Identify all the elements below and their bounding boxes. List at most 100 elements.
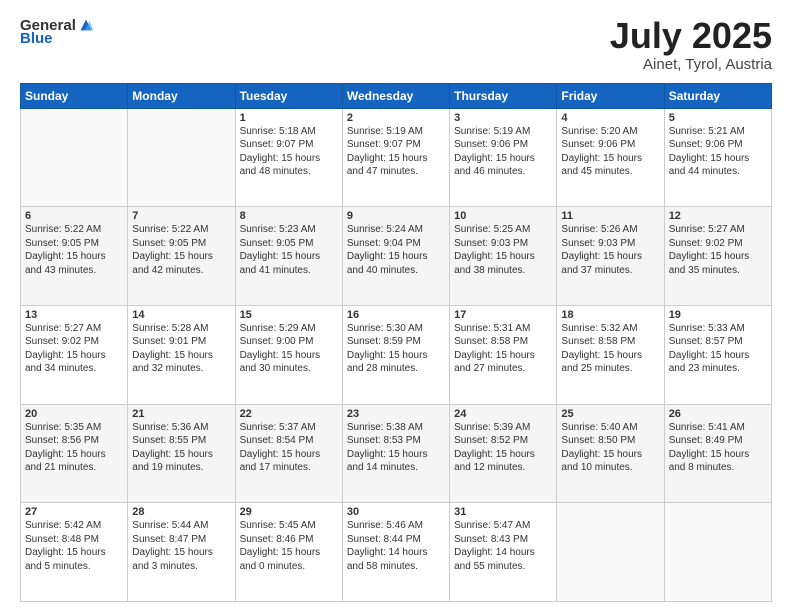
calendar-week-row: 27Sunrise: 5:42 AM Sunset: 8:48 PM Dayli… xyxy=(21,503,772,602)
table-row: 4Sunrise: 5:20 AM Sunset: 9:06 PM Daylig… xyxy=(557,108,664,207)
day-number: 21 xyxy=(132,408,230,420)
day-info: Sunrise: 5:45 AM Sunset: 8:46 PM Dayligh… xyxy=(240,519,338,573)
table-row xyxy=(664,503,771,602)
logo: General Blue xyxy=(20,16,95,47)
day-number: 23 xyxy=(347,408,445,420)
day-info: Sunrise: 5:24 AM Sunset: 9:04 PM Dayligh… xyxy=(347,223,445,277)
table-row: 14Sunrise: 5:28 AM Sunset: 9:01 PM Dayli… xyxy=(128,305,235,404)
day-info: Sunrise: 5:22 AM Sunset: 9:05 PM Dayligh… xyxy=(132,223,230,277)
day-info: Sunrise: 5:35 AM Sunset: 8:56 PM Dayligh… xyxy=(25,421,123,475)
table-row: 30Sunrise: 5:46 AM Sunset: 8:44 PM Dayli… xyxy=(342,503,449,602)
table-row: 25Sunrise: 5:40 AM Sunset: 8:50 PM Dayli… xyxy=(557,404,664,503)
table-row: 18Sunrise: 5:32 AM Sunset: 8:58 PM Dayli… xyxy=(557,305,664,404)
table-row: 24Sunrise: 5:39 AM Sunset: 8:52 PM Dayli… xyxy=(450,404,557,503)
calendar-table: Sunday Monday Tuesday Wednesday Thursday… xyxy=(20,83,772,602)
day-number: 18 xyxy=(561,309,659,321)
day-info: Sunrise: 5:32 AM Sunset: 8:58 PM Dayligh… xyxy=(561,322,659,376)
col-wednesday: Wednesday xyxy=(342,83,449,108)
day-info: Sunrise: 5:18 AM Sunset: 9:07 PM Dayligh… xyxy=(240,125,338,179)
day-number: 13 xyxy=(25,309,123,321)
day-info: Sunrise: 5:21 AM Sunset: 9:06 PM Dayligh… xyxy=(669,125,767,179)
table-row: 12Sunrise: 5:27 AM Sunset: 9:02 PM Dayli… xyxy=(664,207,771,306)
table-row: 2Sunrise: 5:19 AM Sunset: 9:07 PM Daylig… xyxy=(342,108,449,207)
table-row xyxy=(557,503,664,602)
day-number: 10 xyxy=(454,210,552,222)
day-info: Sunrise: 5:20 AM Sunset: 9:06 PM Dayligh… xyxy=(561,125,659,179)
day-number: 29 xyxy=(240,506,338,518)
table-row: 19Sunrise: 5:33 AM Sunset: 8:57 PM Dayli… xyxy=(664,305,771,404)
day-number: 31 xyxy=(454,506,552,518)
table-row: 1Sunrise: 5:18 AM Sunset: 9:07 PM Daylig… xyxy=(235,108,342,207)
col-saturday: Saturday xyxy=(664,83,771,108)
day-info: Sunrise: 5:25 AM Sunset: 9:03 PM Dayligh… xyxy=(454,223,552,277)
table-row: 28Sunrise: 5:44 AM Sunset: 8:47 PM Dayli… xyxy=(128,503,235,602)
table-row: 10Sunrise: 5:25 AM Sunset: 9:03 PM Dayli… xyxy=(450,207,557,306)
table-row xyxy=(128,108,235,207)
day-number: 11 xyxy=(561,210,659,222)
day-info: Sunrise: 5:33 AM Sunset: 8:57 PM Dayligh… xyxy=(669,322,767,376)
table-row: 29Sunrise: 5:45 AM Sunset: 8:46 PM Dayli… xyxy=(235,503,342,602)
title-block: July 2025 Ainet, Tyrol, Austria xyxy=(610,16,772,73)
table-row: 22Sunrise: 5:37 AM Sunset: 8:54 PM Dayli… xyxy=(235,404,342,503)
calendar-week-row: 20Sunrise: 5:35 AM Sunset: 8:56 PM Dayli… xyxy=(21,404,772,503)
col-sunday: Sunday xyxy=(21,83,128,108)
day-number: 19 xyxy=(669,309,767,321)
day-info: Sunrise: 5:27 AM Sunset: 9:02 PM Dayligh… xyxy=(669,223,767,277)
table-row: 11Sunrise: 5:26 AM Sunset: 9:03 PM Dayli… xyxy=(557,207,664,306)
table-row: 21Sunrise: 5:36 AM Sunset: 8:55 PM Dayli… xyxy=(128,404,235,503)
day-info: Sunrise: 5:39 AM Sunset: 8:52 PM Dayligh… xyxy=(454,421,552,475)
calendar-week-row: 6Sunrise: 5:22 AM Sunset: 9:05 PM Daylig… xyxy=(21,207,772,306)
logo-icon xyxy=(77,16,95,34)
day-number: 24 xyxy=(454,408,552,420)
title-location: Ainet, Tyrol, Austria xyxy=(610,56,772,73)
day-info: Sunrise: 5:40 AM Sunset: 8:50 PM Dayligh… xyxy=(561,421,659,475)
table-row xyxy=(21,108,128,207)
day-number: 26 xyxy=(669,408,767,420)
day-number: 8 xyxy=(240,210,338,222)
day-info: Sunrise: 5:41 AM Sunset: 8:49 PM Dayligh… xyxy=(669,421,767,475)
day-info: Sunrise: 5:22 AM Sunset: 9:05 PM Dayligh… xyxy=(25,223,123,277)
table-row: 23Sunrise: 5:38 AM Sunset: 8:53 PM Dayli… xyxy=(342,404,449,503)
col-thursday: Thursday xyxy=(450,83,557,108)
day-number: 3 xyxy=(454,112,552,124)
day-info: Sunrise: 5:19 AM Sunset: 9:07 PM Dayligh… xyxy=(347,125,445,179)
day-number: 1 xyxy=(240,112,338,124)
day-number: 25 xyxy=(561,408,659,420)
day-number: 4 xyxy=(561,112,659,124)
day-number: 17 xyxy=(454,309,552,321)
calendar-week-row: 1Sunrise: 5:18 AM Sunset: 9:07 PM Daylig… xyxy=(21,108,772,207)
day-info: Sunrise: 5:23 AM Sunset: 9:05 PM Dayligh… xyxy=(240,223,338,277)
table-row: 17Sunrise: 5:31 AM Sunset: 8:58 PM Dayli… xyxy=(450,305,557,404)
day-info: Sunrise: 5:38 AM Sunset: 8:53 PM Dayligh… xyxy=(347,421,445,475)
day-number: 12 xyxy=(669,210,767,222)
header: General Blue July 2025 Ainet, Tyrol, Aus… xyxy=(20,16,772,73)
day-info: Sunrise: 5:19 AM Sunset: 9:06 PM Dayligh… xyxy=(454,125,552,179)
title-month: July 2025 xyxy=(610,16,772,56)
table-row: 27Sunrise: 5:42 AM Sunset: 8:48 PM Dayli… xyxy=(21,503,128,602)
day-info: Sunrise: 5:47 AM Sunset: 8:43 PM Dayligh… xyxy=(454,519,552,573)
table-row: 5Sunrise: 5:21 AM Sunset: 9:06 PM Daylig… xyxy=(664,108,771,207)
table-row: 26Sunrise: 5:41 AM Sunset: 8:49 PM Dayli… xyxy=(664,404,771,503)
table-row: 7Sunrise: 5:22 AM Sunset: 9:05 PM Daylig… xyxy=(128,207,235,306)
table-row: 31Sunrise: 5:47 AM Sunset: 8:43 PM Dayli… xyxy=(450,503,557,602)
logo-blue: Blue xyxy=(20,30,53,47)
day-info: Sunrise: 5:36 AM Sunset: 8:55 PM Dayligh… xyxy=(132,421,230,475)
table-row: 13Sunrise: 5:27 AM Sunset: 9:02 PM Dayli… xyxy=(21,305,128,404)
calendar-week-row: 13Sunrise: 5:27 AM Sunset: 9:02 PM Dayli… xyxy=(21,305,772,404)
day-info: Sunrise: 5:46 AM Sunset: 8:44 PM Dayligh… xyxy=(347,519,445,573)
day-info: Sunrise: 5:37 AM Sunset: 8:54 PM Dayligh… xyxy=(240,421,338,475)
col-friday: Friday xyxy=(557,83,664,108)
day-info: Sunrise: 5:30 AM Sunset: 8:59 PM Dayligh… xyxy=(347,322,445,376)
day-number: 27 xyxy=(25,506,123,518)
day-number: 28 xyxy=(132,506,230,518)
day-info: Sunrise: 5:42 AM Sunset: 8:48 PM Dayligh… xyxy=(25,519,123,573)
table-row: 3Sunrise: 5:19 AM Sunset: 9:06 PM Daylig… xyxy=(450,108,557,207)
day-info: Sunrise: 5:44 AM Sunset: 8:47 PM Dayligh… xyxy=(132,519,230,573)
table-row: 8Sunrise: 5:23 AM Sunset: 9:05 PM Daylig… xyxy=(235,207,342,306)
calendar-header-row: Sunday Monday Tuesday Wednesday Thursday… xyxy=(21,83,772,108)
day-number: 22 xyxy=(240,408,338,420)
day-number: 20 xyxy=(25,408,123,420)
day-number: 5 xyxy=(669,112,767,124)
day-info: Sunrise: 5:29 AM Sunset: 9:00 PM Dayligh… xyxy=(240,322,338,376)
day-info: Sunrise: 5:28 AM Sunset: 9:01 PM Dayligh… xyxy=(132,322,230,376)
